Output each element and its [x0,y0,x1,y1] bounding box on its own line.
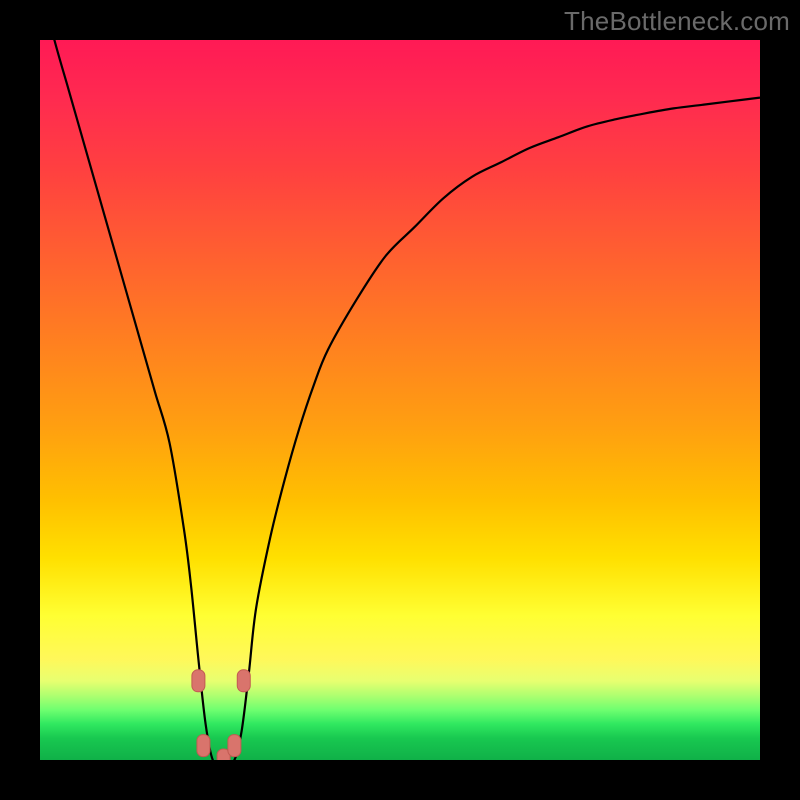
curve-marker [192,670,205,692]
plot-area [40,40,760,760]
bottleneck-curve [40,40,760,760]
curve-marker [237,670,250,692]
curve-marker [197,735,210,757]
watermark-text: TheBottleneck.com [564,6,790,37]
chart-frame: TheBottleneck.com [0,0,800,800]
curve-marker [228,735,241,757]
